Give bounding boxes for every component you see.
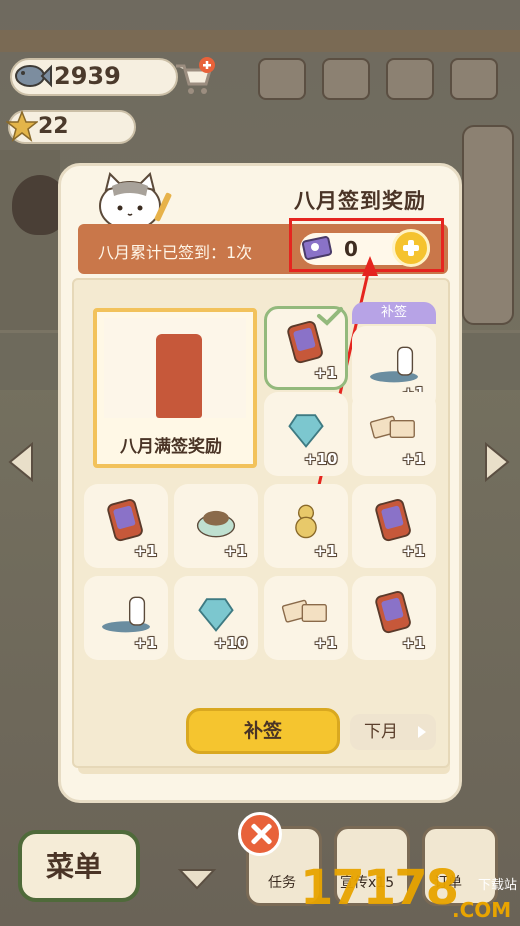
close-button[interactable] — [238, 812, 282, 856]
chevron-left-icon[interactable] — [6, 440, 36, 484]
tablet-icon — [375, 499, 411, 542]
star-icon — [6, 110, 38, 142]
diamond-icon — [198, 598, 234, 632]
watermark: 17178 — [300, 860, 459, 916]
tablet-icon — [107, 499, 143, 542]
reward-amount: +1 — [314, 364, 338, 382]
cabinet-icon — [156, 334, 202, 418]
food-bowl-icon — [196, 510, 236, 538]
reward-amount: +1 — [314, 542, 338, 560]
reward-amount: +1 — [402, 450, 426, 468]
tickets-icon — [281, 599, 327, 623]
fish-icon — [15, 64, 52, 88]
menu-label: 菜单 — [46, 850, 103, 883]
cart-icon[interactable] — [172, 56, 216, 98]
makeup-signin-button[interactable]: 补签 — [186, 708, 340, 754]
reward-amount: +1 — [134, 634, 158, 652]
makeup-tag: 补签 — [352, 302, 436, 324]
highlight-annotation — [289, 218, 444, 272]
map-button[interactable] — [450, 58, 498, 100]
reward-amount: +1 — [402, 634, 426, 652]
settings-button[interactable] — [386, 58, 434, 100]
reward-amount: +10 — [214, 634, 248, 652]
gourd-icon — [295, 504, 317, 539]
catalog-button[interactable] — [322, 58, 370, 100]
full-reward-label: 八月满签奖励 — [120, 437, 222, 457]
reward-amount: +1 — [134, 542, 158, 560]
ceiling-beam — [0, 30, 520, 52]
next-month-button[interactable]: 下月 — [350, 714, 436, 750]
side-tool-panel[interactable] — [462, 125, 514, 325]
reward-amount: +1 — [314, 634, 338, 652]
chevron-down-icon[interactable] — [176, 866, 218, 892]
chevron-right-icon[interactable] — [482, 440, 512, 484]
check-icon — [317, 307, 343, 326]
watermark-sub: 下载站 — [478, 878, 518, 893]
reward-amount: +10 — [304, 450, 338, 468]
notebook-button[interactable] — [258, 58, 306, 100]
tasks-label: 任务 — [268, 875, 296, 891]
diamond-icon — [288, 414, 324, 448]
modal-title: 八月签到奖励 — [294, 189, 426, 213]
fish-count: 2939 — [54, 62, 121, 90]
watermark-com: .COM — [452, 898, 512, 922]
signed-count-text: 八月累计已签到：1次 — [98, 243, 253, 262]
tablet-icon — [287, 321, 323, 364]
reward-amount: +1 — [402, 542, 426, 560]
star-count: 22 — [38, 114, 69, 139]
cat-on-mat-icon — [370, 346, 418, 383]
cat-on-mat-icon — [102, 596, 150, 633]
reward-amount: +1 — [224, 542, 248, 560]
tickets-icon — [369, 415, 415, 439]
tablet-icon — [375, 591, 411, 634]
